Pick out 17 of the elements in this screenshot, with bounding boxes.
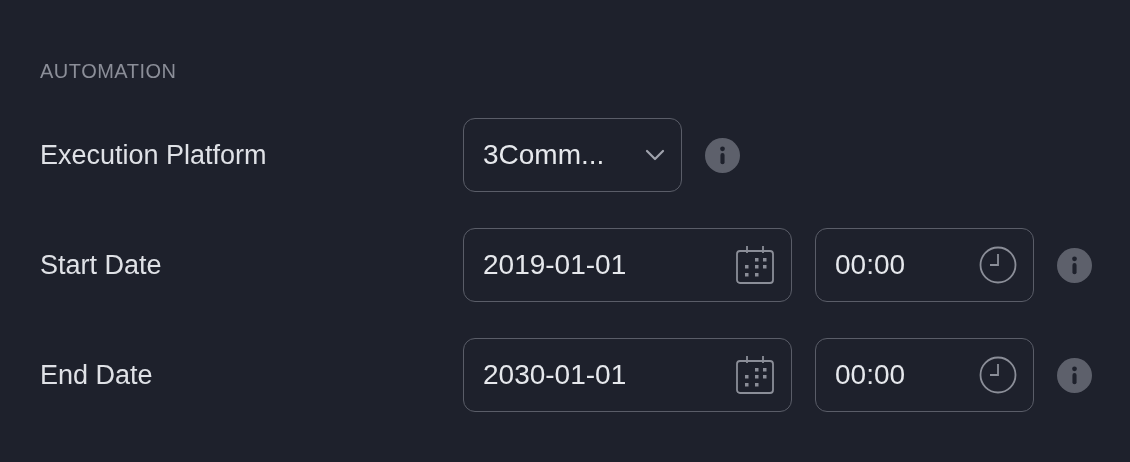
info-icon[interactable] [1057, 247, 1092, 283]
clock-icon[interactable] [979, 356, 1017, 394]
section-title: AUTOMATION [40, 60, 177, 83]
clock-icon[interactable] [979, 246, 1017, 284]
field-label: End Date [40, 359, 154, 391]
platform-select[interactable]: 3Comm... [463, 118, 682, 192]
date-field[interactable]: 2030-01-01 [463, 338, 792, 412]
date-field[interactable]: 2019-01-01 [463, 228, 792, 302]
info-icon[interactable] [705, 137, 740, 173]
info-icon[interactable] [1057, 357, 1092, 393]
calendar-icon[interactable] [735, 245, 775, 285]
field-label: Start Date [40, 249, 163, 281]
time-field[interactable]: 00:00 [815, 338, 1034, 412]
chevron-down-icon [645, 149, 665, 161]
time-field[interactable]: 00:00 [815, 228, 1034, 302]
field-label: Execution Platform [40, 139, 268, 171]
calendar-icon[interactable] [735, 355, 775, 395]
